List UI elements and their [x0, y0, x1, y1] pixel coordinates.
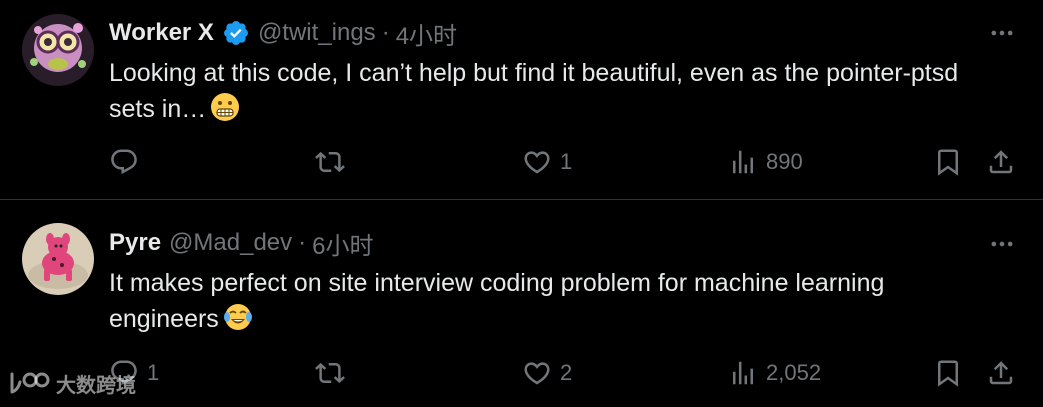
tweet[interactable]: Pyre @Mad_dev · 6小时 It makes perfect on … — [0, 201, 1043, 407]
grimacing-face-emoji-icon — [210, 92, 240, 122]
tweet-text: It makes perfect on site interview codin… — [109, 265, 989, 337]
views-button[interactable]: 890 — [728, 142, 803, 182]
retweet-button[interactable] — [315, 142, 353, 182]
heart-icon — [524, 151, 550, 174]
bookmark-button[interactable] — [933, 142, 963, 182]
view-count: 2,052 — [766, 360, 822, 385]
views-button[interactable]: 2,052 — [728, 353, 821, 393]
tweet-text: Looking at this code, I can’t help but f… — [109, 55, 989, 127]
verified-badge-icon — [222, 19, 250, 47]
watermark-logo-icon — [10, 372, 50, 394]
tweet-actions: 1 890 — [0, 142, 1043, 182]
tweet-header: Worker X @twit_ings · 4小时 — [109, 16, 457, 51]
avatar[interactable] — [22, 14, 94, 86]
like-button[interactable]: 2 — [522, 353, 572, 393]
timestamp[interactable]: 4小时 — [396, 16, 457, 51]
reply-button[interactable] — [109, 142, 147, 182]
tweet-actions: 1 2 2,052 — [0, 353, 1043, 393]
more-options-icon[interactable] — [987, 18, 1017, 48]
face-with-tears-of-joy-emoji-icon — [223, 302, 253, 332]
like-button[interactable]: 1 — [522, 142, 572, 182]
timestamp[interactable]: 6小时 — [312, 226, 373, 261]
share-icon — [989, 150, 1013, 174]
retweet-icon — [315, 362, 345, 384]
tweet[interactable]: Worker X @twit_ings · 4小时 Looking at thi… — [0, 0, 1043, 200]
watermark-text: 大数跨境 — [56, 374, 136, 397]
tweet-header: Pyre @Mad_dev · 6小时 — [109, 226, 374, 261]
user-handle[interactable]: @Mad_dev — [169, 229, 292, 257]
retweet-button[interactable] — [315, 353, 353, 393]
like-count: 2 — [560, 360, 573, 385]
user-handle[interactable]: @twit_ings — [258, 19, 376, 47]
reply-icon — [111, 149, 137, 175]
bookmark-icon — [938, 149, 958, 176]
heart-icon — [524, 362, 550, 385]
display-name[interactable]: Worker X — [109, 19, 214, 47]
share-button[interactable] — [986, 353, 1016, 393]
retweet-icon — [315, 151, 345, 173]
more-options-icon[interactable] — [987, 229, 1017, 259]
watermark: 大数跨境 — [8, 368, 136, 398]
share-button[interactable] — [986, 142, 1016, 182]
analytics-bar-icon — [733, 361, 753, 385]
bookmark-button[interactable] — [933, 353, 963, 393]
separator-dot: · — [298, 229, 307, 256]
avatar[interactable] — [22, 223, 94, 295]
separator-dot: · — [381, 19, 390, 46]
analytics-bar-icon — [733, 150, 753, 174]
view-count: 890 — [766, 149, 803, 174]
bookmark-icon — [938, 360, 958, 387]
reply-count: 1 — [147, 360, 160, 385]
like-count: 1 — [560, 149, 573, 174]
display-name[interactable]: Pyre — [109, 229, 161, 257]
share-icon — [989, 361, 1013, 385]
